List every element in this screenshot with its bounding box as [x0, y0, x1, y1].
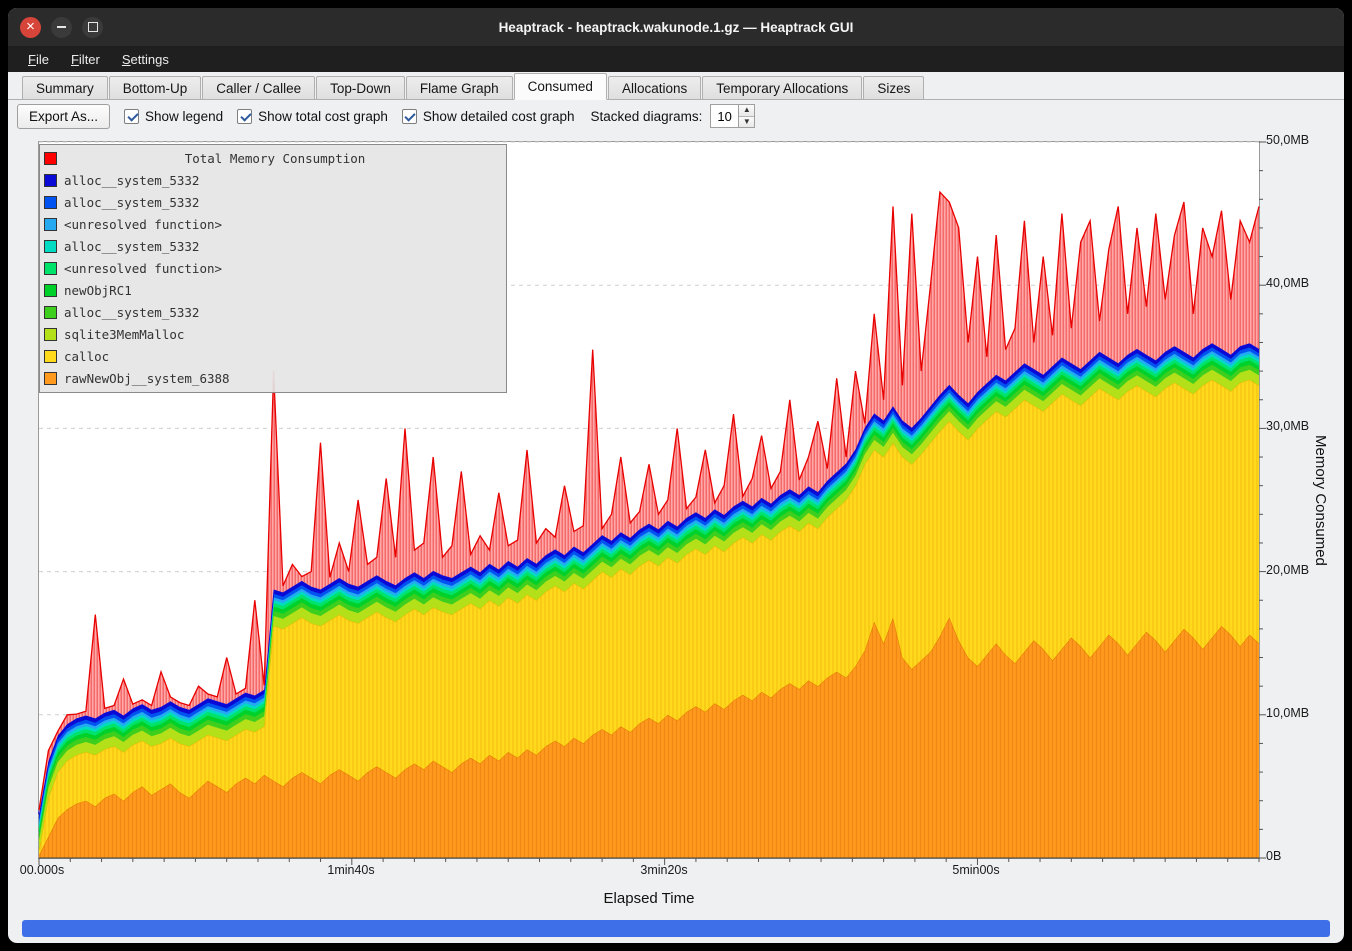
x-axis-title: Elapsed Time — [604, 890, 695, 907]
legend-label: alloc__system_5332 — [64, 239, 199, 254]
y-axis-tick-label: 30,0MB — [1266, 419, 1309, 433]
legend-item: newObjRC1 — [40, 279, 506, 301]
tab-summary[interactable]: Summary — [22, 76, 108, 99]
legend-item: <unresolved function> — [40, 257, 506, 279]
show-total-cost-checkbox[interactable]: Show total cost graph — [237, 109, 388, 124]
legend-swatch — [44, 262, 57, 275]
checkbox-check-icon — [402, 109, 417, 124]
stacked-diagrams-input[interactable] — [710, 104, 738, 128]
legend-swatch — [44, 152, 57, 165]
toolbar: Export As... Show legend Show total cost… — [8, 101, 1344, 131]
tab-caller-callee[interactable]: Caller / Callee — [202, 76, 315, 99]
menu-settings[interactable]: Settings — [112, 49, 179, 70]
stacked-diagrams-spinbox: ▲ ▼ — [710, 104, 755, 128]
x-axis-tick-label: 3min20s — [640, 863, 687, 877]
legend-item: rawNewObj__system_6388 — [40, 367, 506, 389]
app-window: Heaptrack - heaptrack.wakunode.1.gz — He… — [8, 8, 1344, 943]
spin-buttons: ▲ ▼ — [738, 104, 755, 128]
window-title: Heaptrack - heaptrack.wakunode.1.gz — He… — [8, 20, 1344, 35]
legend-swatch — [44, 174, 57, 187]
legend-swatch — [44, 372, 57, 385]
range-selector-bar[interactable] — [22, 920, 1330, 937]
export-as-button[interactable]: Export As... — [17, 104, 110, 129]
menu-filter[interactable]: Filter — [61, 49, 110, 70]
tab-bar: Summary Bottom-Up Caller / Callee Top-Do… — [8, 72, 1344, 100]
checkbox-label: Show total cost graph — [258, 109, 388, 124]
legend-item: alloc__system_5332 — [40, 169, 506, 191]
spin-up-icon[interactable]: ▲ — [739, 105, 754, 117]
close-button[interactable] — [20, 17, 41, 38]
show-legend-checkbox[interactable]: Show legend — [124, 109, 223, 124]
show-detailed-cost-checkbox[interactable]: Show detailed cost graph — [402, 109, 575, 124]
legend-swatch — [44, 328, 57, 341]
legend-title: Total Memory Consumption — [185, 151, 366, 166]
legend-label: <unresolved function> — [64, 261, 222, 276]
legend-item: calloc — [40, 345, 506, 367]
legend-swatch — [44, 218, 57, 231]
tab-consumed[interactable]: Consumed — [514, 73, 607, 100]
tab-bottom-up[interactable]: Bottom-Up — [109, 76, 202, 99]
maximize-button[interactable] — [82, 17, 103, 38]
legend-label: alloc__system_5332 — [64, 195, 199, 210]
legend-label: sqlite3MemMalloc — [64, 327, 184, 342]
y-axis-tick-label: 0B — [1266, 849, 1281, 863]
legend-swatch — [44, 350, 57, 363]
checkbox-check-icon — [124, 109, 139, 124]
plot-area[interactable]: Total Memory Consumption alloc__system_5… — [38, 141, 1260, 859]
minimize-button[interactable] — [51, 17, 72, 38]
tab-temporary-allocations[interactable]: Temporary Allocations — [702, 76, 862, 99]
stacked-diagrams-label: Stacked diagrams: — [591, 109, 703, 124]
tab-top-down[interactable]: Top-Down — [316, 76, 405, 99]
legend-swatch — [44, 196, 57, 209]
tab-sizes[interactable]: Sizes — [863, 76, 924, 99]
spin-down-icon[interactable]: ▼ — [739, 117, 754, 128]
legend-label: <unresolved function> — [64, 217, 222, 232]
y-axis-title: Memory Consumed — [1312, 141, 1329, 859]
tab-flame-graph[interactable]: Flame Graph — [406, 76, 513, 99]
checkbox-check-icon — [237, 109, 252, 124]
legend-swatch — [44, 284, 57, 297]
chart-region: Total Memory Consumption alloc__system_5… — [8, 132, 1344, 943]
titlebar: Heaptrack - heaptrack.wakunode.1.gz — He… — [8, 8, 1344, 46]
checkbox-label: Show legend — [145, 109, 223, 124]
y-axis-tick-label: 10,0MB — [1266, 706, 1309, 720]
legend-item: sqlite3MemMalloc — [40, 323, 506, 345]
legend-label: rawNewObj__system_6388 — [64, 371, 230, 386]
checkbox-label: Show detailed cost graph — [423, 109, 575, 124]
y-axis-tick-label: 40,0MB — [1266, 276, 1309, 290]
legend-item: alloc__system_5332 — [40, 301, 506, 323]
legend-item: <unresolved function> — [40, 213, 506, 235]
legend-swatch — [44, 240, 57, 253]
chart-legend: Total Memory Consumption alloc__system_5… — [39, 144, 507, 393]
legend-label: newObjRC1 — [64, 283, 132, 298]
legend-swatch — [44, 306, 57, 319]
y-axis-tick-label: 20,0MB — [1266, 563, 1309, 577]
tab-allocations[interactable]: Allocations — [608, 76, 701, 99]
legend-item: alloc__system_5332 — [40, 191, 506, 213]
menu-file[interactable]: File — [18, 49, 59, 70]
x-axis-tick-label: 5min00s — [952, 863, 999, 877]
legend-item: alloc__system_5332 — [40, 235, 506, 257]
legend-label: alloc__system_5332 — [64, 173, 199, 188]
y-axis-tick-label: 50,0MB — [1266, 133, 1309, 147]
legend-label: alloc__system_5332 — [64, 305, 199, 320]
x-axis-tick-label: 1min40s — [327, 863, 374, 877]
legend-label: calloc — [64, 349, 109, 364]
menubar: File Filter Settings — [8, 46, 1344, 72]
x-axis-tick-label: 00.000s — [20, 863, 64, 877]
legend-item-total: Total Memory Consumption — [40, 147, 506, 169]
